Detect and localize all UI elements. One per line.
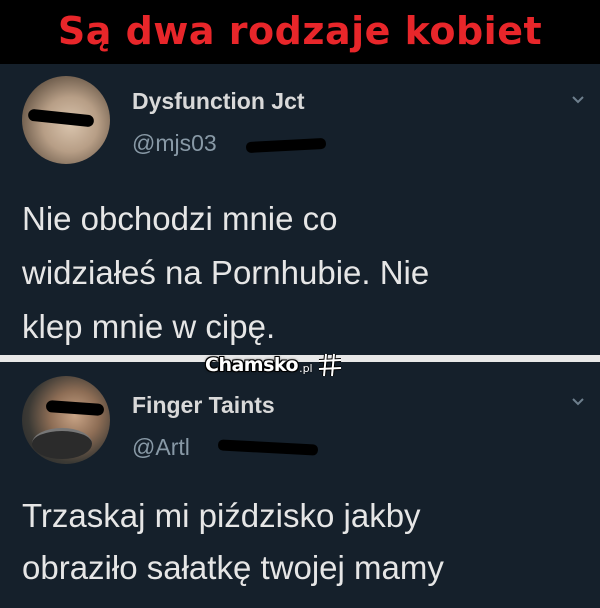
censor-bar <box>45 399 105 417</box>
meme-title: Są dwa rodzaje kobiet <box>57 9 543 53</box>
tweet-text-line: Trzaskaj mi piździsko jakby <box>22 497 421 534</box>
watermark-suffix: .pl <box>299 361 313 375</box>
user-handle[interactable]: @Artl <box>132 434 190 461</box>
tweet-card: Finger Taints @Artl Trzaskaj mi piździsk… <box>0 362 600 608</box>
avatar-drum-shape <box>32 428 92 459</box>
watermark: Chamsko .pl <box>205 348 343 382</box>
user-handle[interactable]: @mjs03 <box>132 130 217 157</box>
censor-bar <box>27 108 95 128</box>
tweet-text-line: obraziło sałatkę twojej mamy <box>22 549 444 586</box>
tweet-text: Trzaskaj mi piździsko jakby obraziło sał… <box>22 490 580 594</box>
avatar[interactable] <box>22 76 110 164</box>
tweet-text-line: klep mnie w cipę. <box>22 308 276 345</box>
chevron-down-icon[interactable] <box>570 394 586 410</box>
tweet-text-line: Nie obchodzi mnie co <box>22 200 338 237</box>
censor-bar <box>217 439 319 456</box>
watermark-brand: Chamsko <box>205 354 299 376</box>
tweet-text-line: widziałeś na Pornhubie. Nie <box>22 254 430 291</box>
hashtag-grid-icon <box>318 353 341 377</box>
display-name[interactable]: Finger Taints <box>132 392 275 419</box>
tweet-card: Dysfunction Jct @mjs03 Nie obchodzi mnie… <box>0 64 600 356</box>
avatar[interactable] <box>22 376 110 464</box>
chevron-down-icon[interactable] <box>570 92 586 108</box>
meme-header: Są dwa rodzaje kobiet <box>0 0 600 62</box>
tweet-text: Nie obchodzi mnie co widziałeś na Pornhu… <box>22 192 580 354</box>
display-name[interactable]: Dysfunction Jct <box>132 88 305 115</box>
censor-bar <box>245 137 327 154</box>
